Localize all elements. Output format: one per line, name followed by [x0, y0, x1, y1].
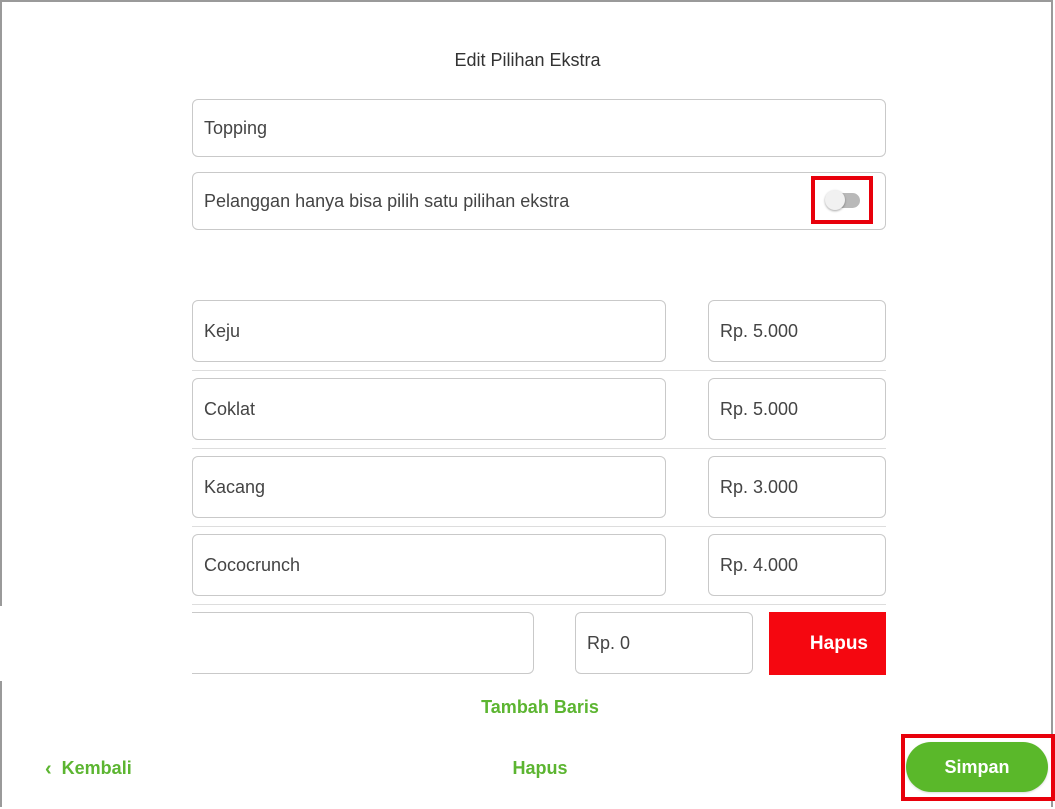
delete-group-button[interactable]: Hapus	[0, 758, 1055, 779]
option-price-field[interactable]	[708, 456, 886, 518]
option-name-field[interactable]	[192, 300, 666, 362]
option-price-input[interactable]	[720, 476, 885, 498]
option-price-input[interactable]	[720, 398, 885, 420]
row-divider	[192, 604, 886, 605]
option-name-input[interactable]	[204, 476, 665, 498]
row-divider	[192, 526, 886, 527]
new-option-name-input[interactable]	[161, 632, 533, 654]
row-divider	[192, 448, 886, 449]
row-delete-button[interactable]: Hapus	[769, 612, 886, 675]
option-name-input[interactable]	[204, 398, 665, 420]
group-name-input[interactable]	[204, 117, 885, 139]
new-option-price-field[interactable]	[575, 612, 753, 674]
option-name-input[interactable]	[204, 320, 665, 342]
option-price-input[interactable]	[720, 554, 885, 576]
option-name-field[interactable]	[192, 534, 666, 596]
add-row-button[interactable]: Tambah Baris	[0, 697, 1055, 718]
option-price-field[interactable]	[708, 300, 886, 362]
group-name-field[interactable]	[192, 99, 886, 157]
option-price-field[interactable]	[708, 378, 886, 440]
row-clip-mask	[0, 606, 192, 681]
option-price-field[interactable]	[708, 534, 886, 596]
option-name-input[interactable]	[204, 554, 665, 576]
single-choice-toggle[interactable]	[825, 190, 860, 210]
option-name-field[interactable]	[192, 378, 666, 440]
option-price-input[interactable]	[720, 320, 885, 342]
save-button[interactable]: Simpan	[906, 742, 1048, 792]
dialog-title: Edit Pilihan Ekstra	[454, 50, 601, 70]
single-choice-row: Pelanggan hanya bisa pilih satu pilihan …	[192, 172, 886, 230]
toggle-knob	[825, 190, 845, 210]
new-option-price-input[interactable]	[587, 632, 752, 654]
row-divider	[192, 370, 886, 371]
option-name-field[interactable]	[192, 456, 666, 518]
new-option-name-field[interactable]	[150, 612, 534, 674]
single-choice-label: Pelanggan hanya bisa pilih satu pilihan …	[204, 190, 570, 211]
